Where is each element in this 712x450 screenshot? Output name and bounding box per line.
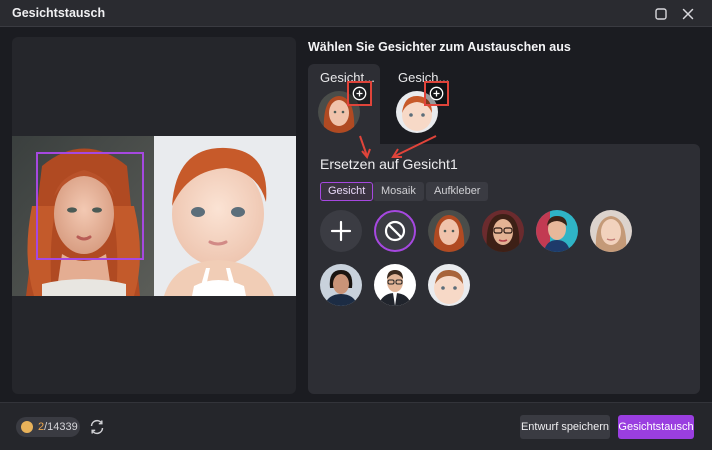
source-image: [154, 136, 296, 296]
close-icon: [682, 8, 694, 20]
target-image: [12, 136, 154, 296]
selection-heading: Wählen Sie Gesichter zum Austauschen aus: [308, 40, 571, 54]
tab-gesicht[interactable]: Gesicht: [320, 182, 374, 201]
add-face-button-2[interactable]: [424, 81, 449, 106]
tab-aufkleber[interactable]: Aufkleber: [426, 182, 489, 201]
close-button[interactable]: [678, 4, 698, 24]
face-detection-box[interactable]: [36, 152, 144, 260]
face-option[interactable]: [428, 210, 470, 252]
coin-icon: [21, 421, 33, 433]
credits-count: 2/14339: [38, 421, 78, 433]
refresh-button[interactable]: [88, 418, 106, 436]
no-face-option[interactable]: [374, 210, 416, 252]
replace-panel: Ersetzen auf Gesicht1 Gesicht Mosaik Auf…: [308, 144, 700, 394]
save-draft-button[interactable]: Entwurf speichern: [520, 415, 610, 439]
face-selection-panel: Wählen Sie Gesichter zum Austauschen aus…: [308, 37, 700, 394]
face-swap-button[interactable]: Gesichtstausch: [618, 415, 694, 439]
maximize-button[interactable]: [650, 4, 670, 24]
face-option[interactable]: [536, 210, 578, 252]
plus-circle-icon: [352, 86, 367, 101]
replace-title: Ersetzen auf Gesicht1: [320, 156, 458, 172]
plus-icon: [330, 220, 352, 242]
face-option[interactable]: [428, 264, 470, 306]
plus-circle-icon: [429, 86, 444, 101]
face-option[interactable]: [590, 210, 632, 252]
footer-bar: 2/14339 Entwurf speichern Gesichtstausch: [0, 402, 712, 450]
refresh-icon: [90, 419, 104, 435]
maximize-icon: [655, 8, 667, 20]
prohibited-icon: [384, 220, 406, 242]
credits-badge: 2/14339: [16, 417, 80, 437]
tab-mosaik[interactable]: Mosaik: [373, 182, 424, 201]
preview-panel: [12, 37, 296, 394]
face-option[interactable]: [374, 264, 416, 306]
add-face-button-1[interactable]: [347, 81, 372, 106]
face-option[interactable]: [320, 264, 362, 306]
window-title: Gesichtstausch: [12, 6, 106, 20]
face-option[interactable]: [482, 210, 524, 252]
add-custom-face-button[interactable]: [320, 210, 362, 252]
title-bar: Gesichtstausch: [0, 0, 712, 27]
